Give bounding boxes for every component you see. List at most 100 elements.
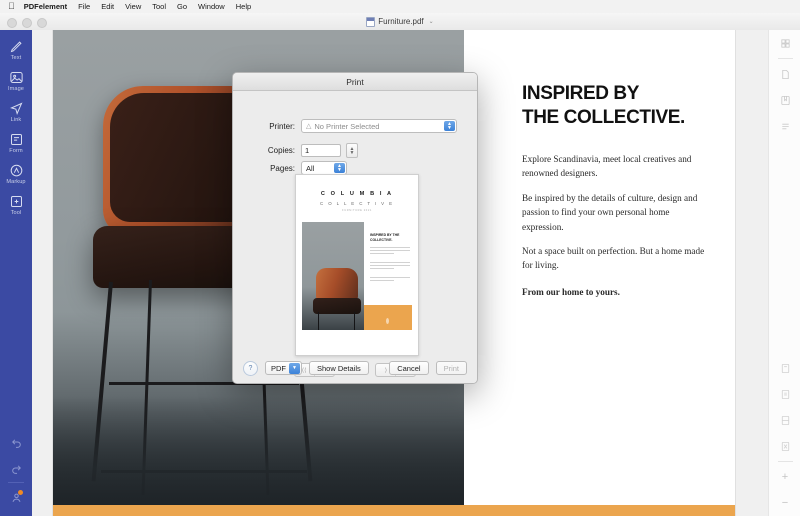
- page-paragraph-2: Be inspired by the details of culture, d…: [522, 193, 698, 232]
- copies-label: Copies:: [267, 146, 295, 155]
- page-crop-button[interactable]: [769, 355, 800, 381]
- printer-label: Printer:: [269, 121, 295, 131]
- copies-row: Copies: 1 ▲ ▼: [233, 143, 477, 158]
- page-panel-button[interactable]: [769, 61, 800, 87]
- printer-value: No Printer Selected: [314, 121, 380, 131]
- form-icon: [10, 134, 22, 145]
- menu-item-file[interactable]: File: [78, 2, 90, 11]
- pdfelement-window:  PDFelement File Edit View Tool Go Wind…: [0, 0, 800, 516]
- page-paragraph-4: From our home to yours.: [522, 287, 620, 297]
- outline-panel-button[interactable]: [769, 113, 800, 139]
- document-title[interactable]: Furniture.pdf ⌄: [0, 13, 800, 30]
- show-details-button[interactable]: Show Details: [309, 361, 369, 375]
- markup-icon: [10, 164, 22, 177]
- sidebar-item-text[interactable]: Text: [0, 30, 32, 61]
- sidebar-item-markup[interactable]: Markup: [0, 154, 32, 185]
- chevron-updown-icon: ▲ ▼: [444, 121, 455, 131]
- page-rotate-button[interactable]: [769, 433, 800, 459]
- pen-icon: [10, 41, 22, 53]
- zoom-out-button[interactable]: −: [769, 490, 800, 516]
- page-extract-icon: [781, 389, 789, 399]
- apple-icon[interactable]: : [8, 2, 15, 11]
- account-notification-badge: [18, 490, 23, 495]
- redo-button[interactable]: [0, 455, 32, 481]
- print-dialog-title: Print: [233, 73, 477, 91]
- headline-line-1: INSPIRED BY: [522, 83, 640, 104]
- pdf-menu-button[interactable]: PDF ▼: [265, 361, 302, 375]
- preview-photo: [302, 222, 364, 330]
- redo-icon: [11, 464, 21, 474]
- page-split-icon: [781, 415, 789, 425]
- outline-list-icon: [781, 123, 789, 129]
- bookmark-icon: [780, 95, 790, 105]
- menu-item-edit[interactable]: Edit: [101, 2, 114, 11]
- document-title-text: Furniture.pdf: [378, 17, 424, 26]
- menu-item-window[interactable]: Window: [198, 2, 225, 11]
- warning-triangle-icon: △: [306, 123, 312, 130]
- page-split-button[interactable]: [769, 407, 800, 433]
- sidebar-item-link[interactable]: Link: [0, 92, 32, 123]
- sidebar-divider: [8, 482, 24, 483]
- preview-chair-back: [316, 268, 358, 302]
- rail-divider-bottom: [777, 461, 793, 462]
- preview-brand-line-3: FURNITURE 2021: [342, 209, 372, 212]
- chevron-down-icon: ▼: [289, 362, 300, 374]
- bookmark-panel-button[interactable]: [769, 87, 800, 113]
- link-icon: [9, 102, 22, 115]
- preview-brand-line-1: C O L U M B I A: [320, 191, 394, 197]
- undo-icon: [11, 438, 21, 448]
- minus-icon: −: [781, 496, 789, 509]
- sidebar-item-image[interactable]: Image: [0, 61, 32, 92]
- left-tool-sidebar: Text Image Link Form Markup Tool: [0, 30, 32, 516]
- page-icon: [781, 69, 789, 79]
- page-text-column: INSPIRED BY THE COLLECTIVE. Explore Scan…: [464, 30, 735, 516]
- chevron-down-icon[interactable]: ⌄: [429, 18, 434, 25]
- page-headline: INSPIRED BY THE COLLECTIVE.: [522, 82, 732, 131]
- tool-icon: [10, 196, 22, 207]
- preview-headline: INSPIRED BY THE COLLECTIVE.: [370, 233, 400, 242]
- thumbnails-button[interactable]: [769, 30, 800, 56]
- menu-item-view[interactable]: View: [125, 2, 141, 11]
- print-dialog-body: Printer: △ No Printer Selected ▲ ▼ Copies…: [233, 91, 477, 383]
- help-button[interactable]: ?: [243, 360, 258, 376]
- print-button[interactable]: Print: [435, 361, 467, 375]
- sidebar-item-tool[interactable]: Tool: [0, 185, 32, 216]
- copies-input[interactable]: 1: [301, 144, 341, 157]
- pages-select[interactable]: All ▲ ▼: [301, 161, 347, 175]
- sidebar-bottom-group: [0, 429, 32, 516]
- preview-accent-block: [364, 305, 412, 330]
- chevron-updown-icon: ▲ ▼: [334, 163, 345, 173]
- plus-icon: +: [781, 470, 789, 483]
- pages-value: All: [306, 163, 315, 173]
- page-paragraph-1: Explore Scandinavia, meet local creative…: [522, 154, 692, 179]
- preview-chair-leg: [318, 312, 319, 330]
- page-paragraph-3: Not a space built on perfection. But a h…: [522, 246, 705, 271]
- window-title-bar: Furniture.pdf ⌄: [0, 13, 800, 31]
- preview-brand-line-2: C O L L E C T I V E: [320, 201, 394, 206]
- pdf-label: PDF: [271, 363, 286, 373]
- right-panel-rail: + −: [768, 30, 800, 516]
- pages-row: Pages: All ▲ ▼: [233, 161, 477, 175]
- mac-menu-bar:  PDFelement File Edit View Tool Go Wind…: [0, 0, 800, 14]
- preview-chair-leg: [354, 312, 355, 330]
- page-accent-bar: [53, 505, 735, 516]
- menu-item-pdfelement[interactable]: PDFelement: [24, 2, 67, 11]
- zoom-in-button[interactable]: +: [769, 464, 800, 490]
- cancel-button[interactable]: Cancel: [389, 361, 429, 375]
- page-extract-button[interactable]: [769, 381, 800, 407]
- print-preview[interactable]: C O L U M B I A C O L L E C T I V E FURN…: [295, 174, 419, 356]
- sidebar-item-form[interactable]: Form: [0, 123, 32, 154]
- menu-item-help[interactable]: Help: [236, 2, 251, 11]
- thumbnails-grid-icon: [780, 38, 790, 48]
- account-button[interactable]: [0, 484, 32, 510]
- page-crop-icon: [781, 363, 789, 373]
- print-dialog: Print Printer: △ No Printer Selected ▲ ▼ …: [232, 72, 478, 384]
- headline-line-2: THE COLLECTIVE.: [522, 107, 685, 129]
- copies-stepper[interactable]: ▲ ▼: [346, 143, 358, 158]
- menu-item-tool[interactable]: Tool: [152, 2, 166, 11]
- undo-button[interactable]: [0, 429, 32, 455]
- printer-row: Printer: △ No Printer Selected ▲ ▼: [233, 119, 477, 133]
- printer-select[interactable]: △ No Printer Selected ▲ ▼: [301, 119, 457, 133]
- menu-item-go[interactable]: Go: [177, 2, 187, 11]
- sidebar-label-tool: Tool: [10, 210, 22, 216]
